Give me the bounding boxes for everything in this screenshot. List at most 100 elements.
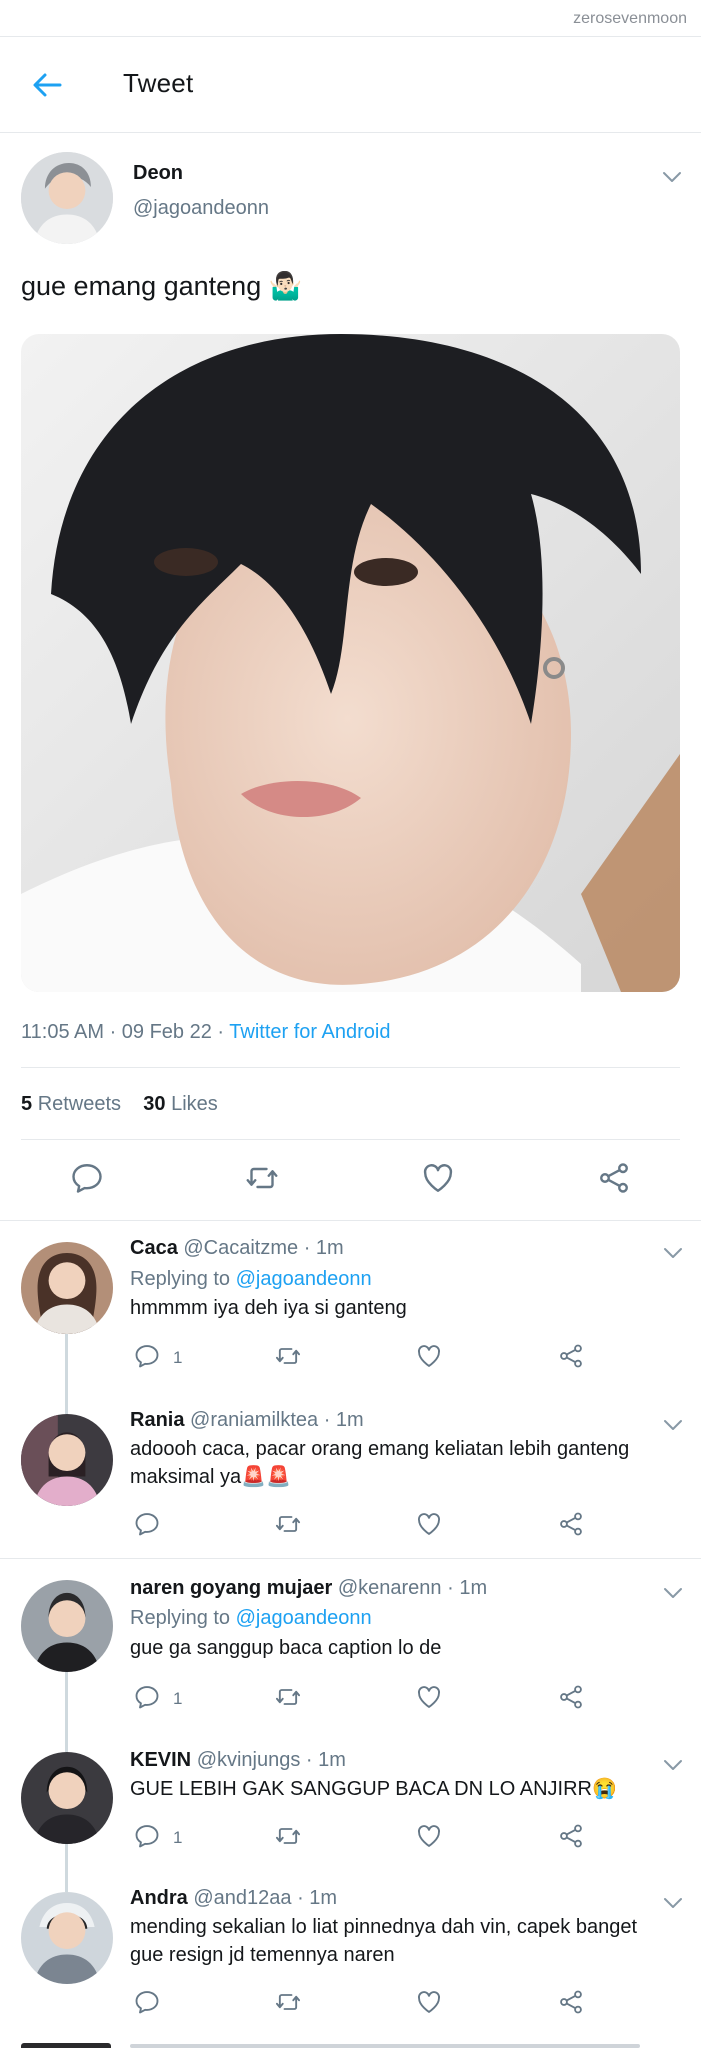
retweet-button[interactable] — [274, 1510, 302, 1538]
reply-author: KEVIN @kvinjungs · 1m — [130, 1749, 346, 1772]
reply-author-handle[interactable]: @raniamilktea · 1m — [190, 1409, 364, 1431]
share-button[interactable] — [557, 1342, 585, 1370]
reply-text-line: adoooh caca, pacar orang emang keliatan … — [130, 1438, 630, 1460]
header-divider — [0, 132, 701, 133]
avatar[interactable] — [21, 1414, 113, 1506]
reply-menu-button[interactable] — [663, 1758, 683, 1772]
reply-button[interactable] — [133, 1342, 161, 1370]
avatar[interactable] — [21, 1242, 113, 1334]
reply-count: 1 — [173, 1828, 183, 1847]
reply-button[interactable] — [133, 1683, 161, 1711]
like-button[interactable] — [420, 1160, 456, 1196]
reply-author: Andra @and12aa · 1m — [130, 1887, 337, 1910]
divider — [0, 1558, 701, 1559]
reply-menu-button[interactable] — [663, 1246, 683, 1260]
avatar[interactable] — [21, 152, 113, 244]
reply-button[interactable] — [69, 1160, 105, 1196]
heart-icon — [415, 1822, 443, 1850]
retweet-button[interactable] — [274, 1342, 302, 1370]
retweet-button[interactable] — [274, 1988, 302, 2016]
share-icon — [596, 1160, 632, 1196]
like-button[interactable] — [415, 1342, 443, 1370]
reply-icon — [69, 1160, 105, 1196]
retweet-button[interactable] — [244, 1160, 280, 1196]
likes-label[interactable]: Likes — [171, 1093, 218, 1115]
reply-author-name[interactable]: KEVIN — [130, 1749, 191, 1771]
retweet-button[interactable] — [274, 1822, 302, 1850]
share-button[interactable] — [557, 1683, 585, 1711]
avatar[interactable] — [21, 1580, 113, 1672]
reply-menu-button[interactable] — [663, 1586, 683, 1600]
chevron-down-icon — [663, 1586, 683, 1600]
reply-author-name[interactable]: Andra — [130, 1887, 188, 1909]
share-button[interactable] — [557, 1510, 585, 1538]
reply-text-line: maksimal ya🚨🚨 — [130, 1466, 291, 1488]
retweet-button[interactable] — [274, 1683, 302, 1711]
share-button[interactable] — [596, 1160, 632, 1196]
arrow-left-icon — [33, 73, 62, 97]
back-button[interactable] — [30, 68, 64, 102]
reply-author-name[interactable]: naren goyang mujaer — [130, 1577, 332, 1599]
reply-menu-button[interactable] — [663, 1418, 683, 1432]
heart-icon — [415, 1683, 443, 1711]
avatar[interactable] — [21, 1752, 113, 1844]
retweet-icon — [274, 1988, 302, 2016]
retweet-count[interactable]: 5 — [21, 1093, 32, 1115]
reply-icon — [133, 1683, 161, 1711]
reply-icon — [133, 1510, 161, 1538]
tweet-menu-button[interactable] — [662, 170, 682, 184]
like-count[interactable]: 30 — [143, 1093, 165, 1115]
top-divider — [0, 36, 701, 37]
reply-button[interactable] — [133, 1988, 161, 2016]
reply-author-handle[interactable]: @Cacaitzme · 1m — [183, 1237, 343, 1259]
author-name[interactable]: Deon — [133, 162, 183, 185]
retweets-label[interactable]: Retweets — [38, 1093, 121, 1115]
replying-to: Replying to @jagoandeonn — [130, 1607, 372, 1630]
tweet-photo[interactable] — [21, 334, 680, 992]
chevron-down-icon — [663, 1246, 683, 1260]
chevron-down-icon — [663, 1418, 683, 1432]
reply-text: GUE LEBIH GAK SANGGUP BACA DN LO ANJIRR😭 — [130, 1778, 617, 1800]
tweet-time: 11:05 AM · 09 Feb 22 · — [21, 1021, 230, 1043]
reply-text: adoooh caca, pacar orang emang keliatan … — [130, 1435, 629, 1491]
share-button[interactable] — [557, 1988, 585, 2016]
replying-to-link[interactable]: @jagoandeonn — [236, 1268, 372, 1290]
retweet-icon — [274, 1510, 302, 1538]
reply-menu-button[interactable] — [663, 1896, 683, 1910]
replying-to-link[interactable]: @jagoandeonn — [236, 1607, 372, 1629]
retweet-icon — [274, 1683, 302, 1711]
share-icon — [557, 1342, 585, 1370]
like-button[interactable] — [415, 1510, 443, 1538]
like-button[interactable] — [415, 1822, 443, 1850]
replying-to-label: Replying to — [130, 1607, 236, 1629]
reply-author-name[interactable]: Caca — [130, 1237, 178, 1259]
reply-author-handle[interactable]: @and12aa · 1m — [193, 1887, 337, 1909]
reply-button[interactable] — [133, 1510, 161, 1538]
heart-icon — [420, 1160, 456, 1196]
reply-author-handle[interactable]: @kenarenn · 1m — [338, 1577, 487, 1599]
reply-author-handle[interactable]: @kvinjungs · 1m — [197, 1749, 346, 1771]
reply-text-line: mending sekalian lo liat pinnednya dah v… — [130, 1916, 638, 1938]
retweet-icon — [274, 1822, 302, 1850]
divider — [21, 1139, 680, 1140]
reply-count: 1 — [173, 1348, 183, 1367]
like-button[interactable] — [415, 1683, 443, 1711]
reply-icon — [133, 1342, 161, 1370]
author-handle[interactable]: @jagoandeonn — [133, 197, 269, 220]
thread-line — [65, 1672, 68, 1752]
heart-icon — [415, 1988, 443, 2016]
thread-line — [65, 1844, 68, 1892]
watermark: zerosevenmoon — [573, 10, 687, 27]
reply-text: mending sekalian lo liat pinnednya dah v… — [130, 1913, 637, 1969]
share-button[interactable] — [557, 1822, 585, 1850]
reply-button[interactable] — [133, 1822, 161, 1850]
like-button[interactable] — [415, 1988, 443, 2016]
share-icon — [557, 1510, 585, 1538]
share-icon — [557, 1683, 585, 1711]
avatar[interactable] — [21, 1892, 113, 1984]
replying-to-label: Replying to — [130, 1268, 236, 1290]
reply-text-line: gue resign jd temennya naren — [130, 1944, 395, 1966]
tweet-source-link[interactable]: Twitter for Android — [229, 1021, 390, 1043]
divider — [21, 1067, 680, 1068]
reply-author-name[interactable]: Rania — [130, 1409, 184, 1431]
